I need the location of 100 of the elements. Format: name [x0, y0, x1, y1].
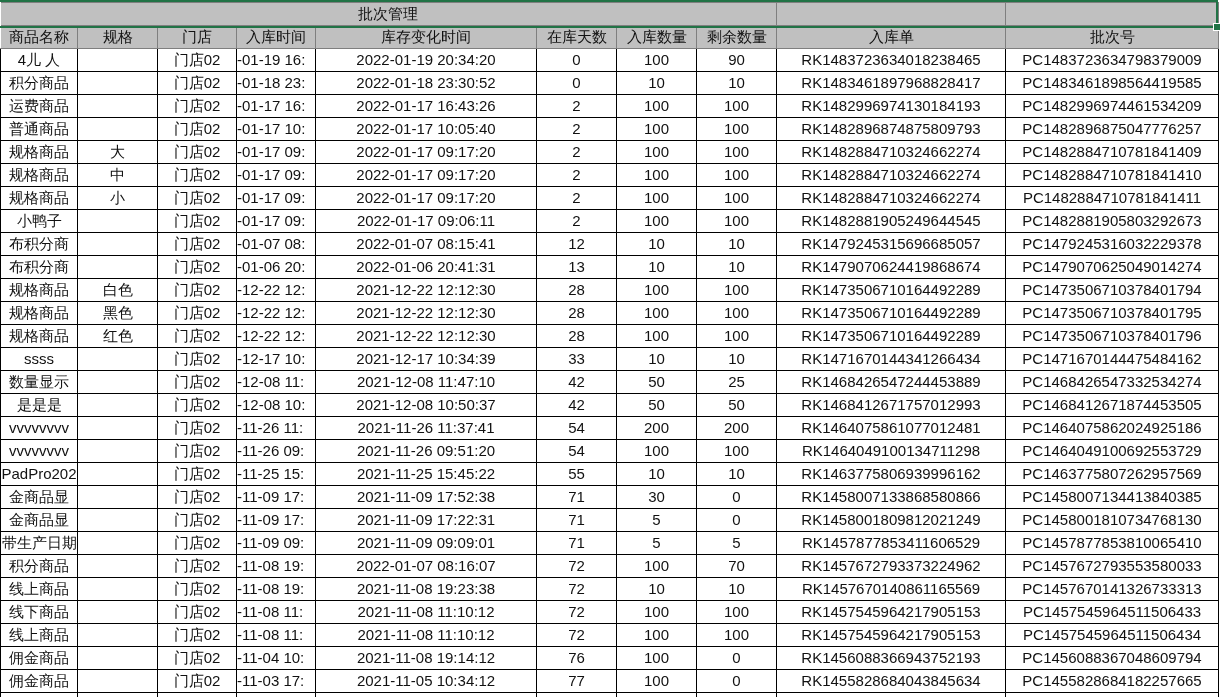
table-cell: 布积分商 — [0, 232, 78, 256]
table-cell: PC1483461898564419585 — [1005, 71, 1219, 95]
table-cell: 100 — [616, 600, 697, 624]
table-cell: 2021-11-08 19:23:38 — [315, 577, 537, 601]
table-cell: 100 — [696, 301, 777, 325]
table-cell: 门店02 — [157, 462, 237, 486]
table-cell: -01-17 09: — [236, 163, 316, 187]
table-cell: -12-22 12: — [236, 324, 316, 348]
fill-handle[interactable] — [1213, 23, 1221, 31]
table-cell: 100 — [696, 163, 777, 187]
table-cell: 10 — [616, 347, 697, 371]
table-cell: 中 — [77, 163, 158, 187]
table-cell: 10 — [696, 347, 777, 371]
table-cell: 2021-11-08 11:10:12 — [315, 623, 537, 647]
table-cell: 2021-11-26 09:51:20 — [315, 439, 537, 463]
table-cell: 100 — [616, 140, 697, 164]
table-cell: RK1468426547244453889 — [776, 370, 1006, 394]
table-cell: 黑色 — [77, 301, 158, 325]
table-cell: PC1463775807262957569 — [1005, 462, 1219, 486]
table-cell: 2021-11-08 11:10:12 — [315, 600, 537, 624]
table-cell: RK1482896874875809793 — [776, 117, 1006, 141]
table-cell: PC1457672793553580033 — [1005, 554, 1219, 578]
table-cell: 门店02 — [157, 301, 237, 325]
table-cell: 10 — [696, 577, 777, 601]
table-cell: PC1468426547332534274 — [1005, 370, 1219, 394]
table-cell: -01-17 10: — [236, 117, 316, 141]
table-cell: 10 — [696, 462, 777, 486]
table-cell: RK1463775806939996162 — [776, 462, 1006, 486]
table-cell: 5 — [616, 508, 697, 532]
table-cell: 10 — [616, 255, 697, 279]
table-cell: 100 — [616, 186, 697, 210]
table-cell: 小 — [77, 186, 158, 210]
table-cell: 10 — [616, 232, 697, 256]
table-cell: 2022-01-19 20:34:20 — [315, 48, 537, 72]
table-cell: 是是是 — [0, 393, 78, 417]
table-cell: -11-26 09: — [236, 439, 316, 463]
table-cell: 5 — [696, 531, 777, 555]
table-cell: 佣金商品 — [0, 646, 78, 670]
table-cell: PC1479070625049014274 — [1005, 255, 1219, 279]
table-cell: 28 — [536, 324, 617, 348]
table-cell: -11-08 11: — [236, 600, 316, 624]
table-cell: RK1471670144341266434 — [776, 347, 1006, 371]
table-cell: 线上商品 — [0, 623, 78, 647]
table-cell: RK1479070624419868674 — [776, 255, 1006, 279]
table-cell: 门店02 — [157, 255, 237, 279]
table-cell: 门店02 — [157, 646, 237, 670]
table-cell: RK1479245315696685057 — [776, 232, 1006, 256]
table-cell: 200 — [616, 416, 697, 440]
table-cell: RK1458001809812021249 — [776, 508, 1006, 532]
table-cell: 门店02 — [157, 508, 237, 532]
table-cell: 门店02 — [157, 324, 237, 348]
table-cell: 2021-11-26 11:37:41 — [315, 416, 537, 440]
table-cell: PC1455828684182257665 — [1005, 669, 1219, 693]
table-cell: 2021-11-09 17:52:38 — [315, 485, 537, 509]
table-cell: PC1457545964511506434 — [1005, 623, 1219, 647]
table-cell: 2022-01-17 09:17:20 — [315, 163, 537, 187]
table-cell: 积分商品 — [0, 554, 78, 578]
table-cell: PC1456088367048609794 — [1005, 646, 1219, 670]
table-cell: 门店02 — [157, 370, 237, 394]
table-cell: 100 — [696, 439, 777, 463]
table-cell: 0 — [696, 508, 777, 532]
table-cell: -01-17 09: — [236, 140, 316, 164]
table-cell: 10 — [696, 255, 777, 279]
table-cell: 100 — [696, 623, 777, 647]
table-cell: -11-03 17: — [236, 669, 316, 693]
table-cell: 71 — [536, 531, 617, 555]
table-cell: 2 — [536, 163, 617, 187]
table-cell: 门店02 — [157, 163, 237, 187]
table-cell: 0 — [536, 48, 617, 72]
table-cell: -12-08 11: — [236, 370, 316, 394]
table-cell: 100 — [616, 209, 697, 233]
table-cell: PC1457670141326733313 — [1005, 577, 1219, 601]
table-cell: 规格商品 — [0, 324, 78, 348]
table-cell: 2 — [536, 186, 617, 210]
table-cell: -01-18 23: — [236, 71, 316, 95]
table-cell: 门店02 — [157, 48, 237, 72]
table-cell: 门店02 — [157, 393, 237, 417]
table-cell: 普通商品 — [0, 117, 78, 141]
table-cell: 13 — [536, 255, 617, 279]
table-cell: 门店02 — [157, 416, 237, 440]
table-cell: 门店02 — [157, 439, 237, 463]
table-cell: 门店02 — [157, 94, 237, 118]
table-cell: 2021-11-05 10:34:12 — [315, 669, 537, 693]
table-cell: 28 — [536, 278, 617, 302]
table-cell: 2022-01-07 08:15:41 — [315, 232, 537, 256]
table-cell: 线下商品 — [0, 600, 78, 624]
table-cell: vvvvvvvv — [0, 439, 78, 463]
table-cell: 2021-12-22 12:12:30 — [315, 324, 537, 348]
table-cell: 70 — [696, 554, 777, 578]
table-cell: RK1473506710164492289 — [776, 301, 1006, 325]
table-cell: RK1457545964217905153 — [776, 600, 1006, 624]
table-cell: 2 — [536, 94, 617, 118]
table-cell: 2022-01-17 10:05:40 — [315, 117, 537, 141]
table-cell: RK1464075861077012481 — [776, 416, 1006, 440]
table-cell: RK1483461897968828417 — [776, 71, 1006, 95]
table-cell: 100 — [696, 117, 777, 141]
table-cell: 28 — [536, 301, 617, 325]
table-cell: 2022-01-07 08:16:07 — [315, 554, 537, 578]
table-cell: 100 — [696, 278, 777, 302]
table-cell: 100 — [616, 439, 697, 463]
